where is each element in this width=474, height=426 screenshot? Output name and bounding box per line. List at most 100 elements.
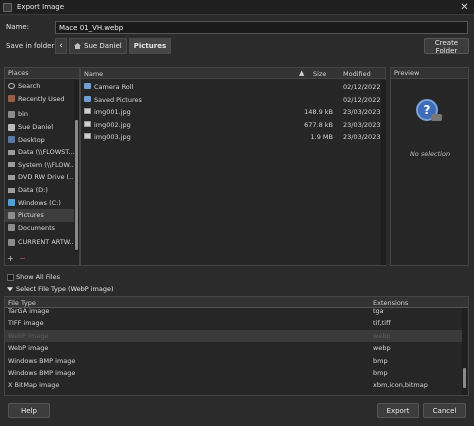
- places-item-windows-c[interactable]: Windows (C:): [5, 196, 74, 209]
- search-icon: [8, 83, 15, 90]
- file-type-row[interactable]: WebP image webp: [5, 342, 463, 354]
- home-icon: [8, 123, 15, 131]
- places-item-label: DVD RW Drive (...: [18, 173, 74, 182]
- close-icon[interactable]: ✕: [459, 2, 470, 13]
- preview-panel: Preview ? No selection: [390, 67, 469, 266]
- file-type-row[interactable]: TarGA image tga: [5, 305, 463, 317]
- file-type-row-selected[interactable]: WebP image webp: [5, 329, 463, 343]
- home-icon: [74, 43, 81, 49]
- places-item-label: Documents: [18, 223, 56, 232]
- create-folder-button[interactable]: Create Folder: [424, 38, 469, 55]
- file-modified: 23/03/2023: [343, 108, 381, 116]
- desktop-icon: [8, 136, 15, 144]
- places-list: Search Recently Used bin Sue Daniel Desk…: [5, 80, 74, 249]
- preview-header: Preview: [391, 68, 468, 79]
- image-file-icon: [84, 120, 91, 127]
- crumb-home-label: Sue Daniel: [84, 42, 122, 50]
- file-type-row[interactable]: Windows BMP image bmp: [5, 367, 463, 379]
- sort-ascending-icon[interactable]: ▲: [299, 69, 304, 77]
- places-item-label: Search: [18, 82, 41, 91]
- places-item-dvd[interactable]: DVD RW Drive (...: [5, 171, 74, 184]
- column-name[interactable]: Name: [84, 70, 103, 78]
- file-name: img002.jpg: [94, 120, 131, 129]
- places-item-desktop[interactable]: Desktop: [5, 133, 74, 146]
- places-item-label: Data (\\FLOWST...: [18, 148, 74, 157]
- remove-place-icon[interactable]: −: [19, 255, 29, 263]
- places-item-home[interactable]: Sue Daniel: [5, 121, 74, 134]
- cancel-button[interactable]: Cancel: [423, 403, 466, 418]
- places-item-current-artwork[interactable]: CURRENT ARTW...: [5, 236, 74, 249]
- crumb-pictures-label: Pictures: [133, 42, 167, 50]
- folder-icon: [8, 224, 15, 232]
- select-file-type-expander[interactable]: Select File Type (WebP image): [16, 285, 114, 293]
- file-type-list: File Type Extensions TarGA image tga TIF…: [4, 296, 469, 396]
- help-button[interactable]: Help: [8, 403, 50, 418]
- show-all-files-label[interactable]: Show All Files: [16, 273, 60, 281]
- column-modified[interactable]: Modified: [343, 70, 371, 78]
- file-type-name: WebP image: [8, 344, 49, 353]
- no-selection-text: No selection: [409, 150, 451, 158]
- add-place-icon[interactable]: +: [7, 255, 17, 263]
- file-list-header: Name ▲ Size Modified: [81, 68, 385, 79]
- file-type-ext: xbm,icon,bitmap: [373, 381, 428, 390]
- recent-icon: [8, 95, 15, 103]
- file-name: Saved Pictures: [94, 95, 142, 104]
- places-item-recent[interactable]: Recently Used: [5, 93, 74, 106]
- file-type-rows: TarGA image tga TIFF image tif,tiff WebP…: [5, 305, 463, 392]
- filename-input[interactable]: [55, 21, 468, 34]
- crumb-home[interactable]: Sue Daniel: [69, 38, 127, 54]
- file-type-ext: tif,tiff: [373, 319, 391, 328]
- drive-icon: [8, 162, 15, 168]
- file-list-scrollbar[interactable]: [381, 80, 386, 265]
- file-type-scroll-thumb[interactable]: [463, 368, 466, 388]
- save-in-folder-label: Save in folder:: [6, 42, 57, 50]
- places-item-label: System (\\FLOW...: [18, 160, 74, 169]
- chevron-down-icon[interactable]: [7, 287, 13, 292]
- places-item-search[interactable]: Search: [5, 80, 74, 93]
- file-type-ext: bmp: [373, 356, 388, 365]
- file-size: 1.9 MB: [310, 133, 333, 141]
- file-modified: 02/12/2022: [343, 83, 381, 91]
- places-item-label: Sue Daniel: [18, 123, 54, 132]
- file-row[interactable]: Saved Pictures 02/12/2022: [81, 94, 381, 107]
- path-bar: ‹ Sue Daniel Pictures: [55, 38, 172, 54]
- places-item-documents[interactable]: Documents: [5, 222, 74, 235]
- file-size: 677.8 kB: [304, 120, 333, 129]
- file-name: img003.jpg: [94, 133, 131, 141]
- drive-icon: [8, 187, 15, 193]
- file-modified: 02/12/2022: [343, 95, 381, 104]
- drive-icon: [8, 149, 15, 155]
- crumb-pictures[interactable]: Pictures: [128, 38, 172, 54]
- title-bar: Export Image ✕: [0, 0, 474, 15]
- path-back-button[interactable]: ‹: [55, 38, 67, 54]
- file-type-row[interactable]: X BitMap image xbm,icon,bitmap: [5, 379, 463, 391]
- file-type-scrollbar[interactable]: [462, 308, 467, 395]
- gimp-icon: [3, 2, 12, 12]
- places-item-pictures[interactable]: Pictures: [5, 208, 74, 222]
- file-type-row[interactable]: Windows BMP image bmp: [5, 355, 463, 367]
- column-size[interactable]: Size: [313, 70, 326, 78]
- places-scroll-thumb[interactable]: [75, 120, 78, 250]
- places-item-bin[interactable]: bin: [5, 108, 74, 121]
- places-item-data-network[interactable]: Data (\\FLOWST...: [5, 146, 74, 159]
- places-scrollbar[interactable]: [74, 80, 79, 252]
- places-item-system-network[interactable]: System (\\FLOW...: [5, 159, 74, 172]
- file-type-name: TIFF image: [8, 319, 44, 328]
- places-item-label: Data (D:): [18, 186, 48, 195]
- file-row[interactable]: img003.jpg 1.9 MB 23/03/2023: [81, 131, 381, 144]
- file-type-ext: webp: [373, 331, 391, 340]
- show-all-files-checkbox[interactable]: [7, 274, 14, 281]
- file-type-name: TarGA image: [8, 307, 50, 315]
- export-button[interactable]: Export: [377, 403, 419, 418]
- file-type-name: Windows BMP image: [8, 368, 76, 377]
- file-row[interactable]: img001.jpg 148.9 kB 23/03/2023: [81, 106, 381, 119]
- places-item-data-d[interactable]: Data (D:): [5, 184, 74, 197]
- file-modified: 23/03/2023: [343, 120, 381, 129]
- places-item-label: Windows (C:): [18, 198, 61, 207]
- windows-icon: [8, 199, 15, 207]
- drive-icon: [8, 174, 15, 180]
- file-type-row[interactable]: TIFF image tif,tiff: [5, 317, 463, 329]
- file-row[interactable]: img002.jpg 677.8 kB 23/03/2023: [81, 119, 381, 132]
- file-row[interactable]: Camera Roll 02/12/2022: [81, 81, 381, 94]
- file-type-name: X BitMap image: [8, 381, 60, 390]
